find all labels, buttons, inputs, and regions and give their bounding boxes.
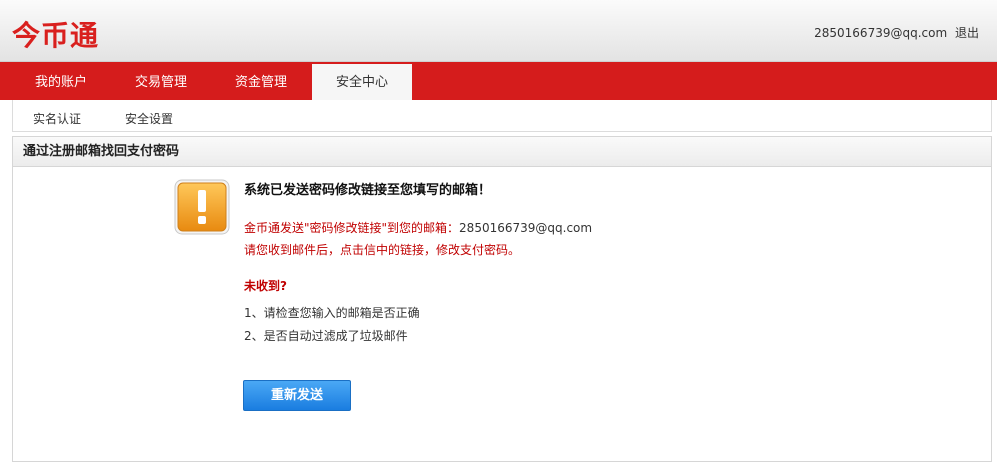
user-email[interactable]: 2850166739@qq.com (814, 26, 947, 40)
top-header: 今币通 2850166739@qq.com 退出 (0, 0, 997, 62)
resend-button[interactable]: 重新发送 (243, 380, 351, 411)
subnav-item-security-settings[interactable]: 安全设置 (125, 100, 173, 132)
sent-notice-text: 金币通发送"密码修改链接"到您的邮箱： (244, 221, 460, 235)
sent-email: 2850166739@qq.com (459, 221, 593, 235)
nav-item-funds-management[interactable]: 资金管理 (212, 62, 310, 100)
instruction-text: 请您收到邮件后，点击信中的链接，修改支付密码。 (244, 243, 521, 257)
panel-title: 通过注册邮箱找回支付密码 (13, 137, 991, 167)
main-nav: 我的账户 交易管理 资金管理 安全中心 (0, 62, 997, 102)
subnav-item-real-name[interactable]: 实名认证 (33, 100, 81, 132)
message-title: 系统已发送密码修改链接至您填写的邮箱！ (244, 183, 492, 198)
sent-notice: 金币通发送"密码修改链接"到您的邮箱：2850166739@qq.com (244, 219, 592, 236)
nav-item-security-center[interactable]: 安全中心 (312, 64, 412, 102)
logout-link[interactable]: 退出 (955, 26, 979, 40)
content-panel: 通过注册邮箱找回支付密码 系统已发送密码修改链接至您填写的邮箱！ 金币通发送"密… (12, 136, 992, 462)
tip-item: 2、是否自动过滤成了垃圾邮件 (244, 329, 408, 343)
nav-item-my-account[interactable]: 我的账户 (12, 62, 110, 100)
logo[interactable]: 今币通 (12, 14, 99, 54)
sub-nav: 实名认证 安全设置 (12, 100, 992, 132)
user-area: 2850166739@qq.com 退出 (814, 24, 979, 41)
tip-item: 1、请检查您输入的邮箱是否正确 (244, 306, 420, 320)
warning-exclamation-icon (174, 179, 230, 235)
not-received-label: 未收到? (244, 279, 287, 293)
nav-item-trade-management[interactable]: 交易管理 (112, 62, 210, 100)
